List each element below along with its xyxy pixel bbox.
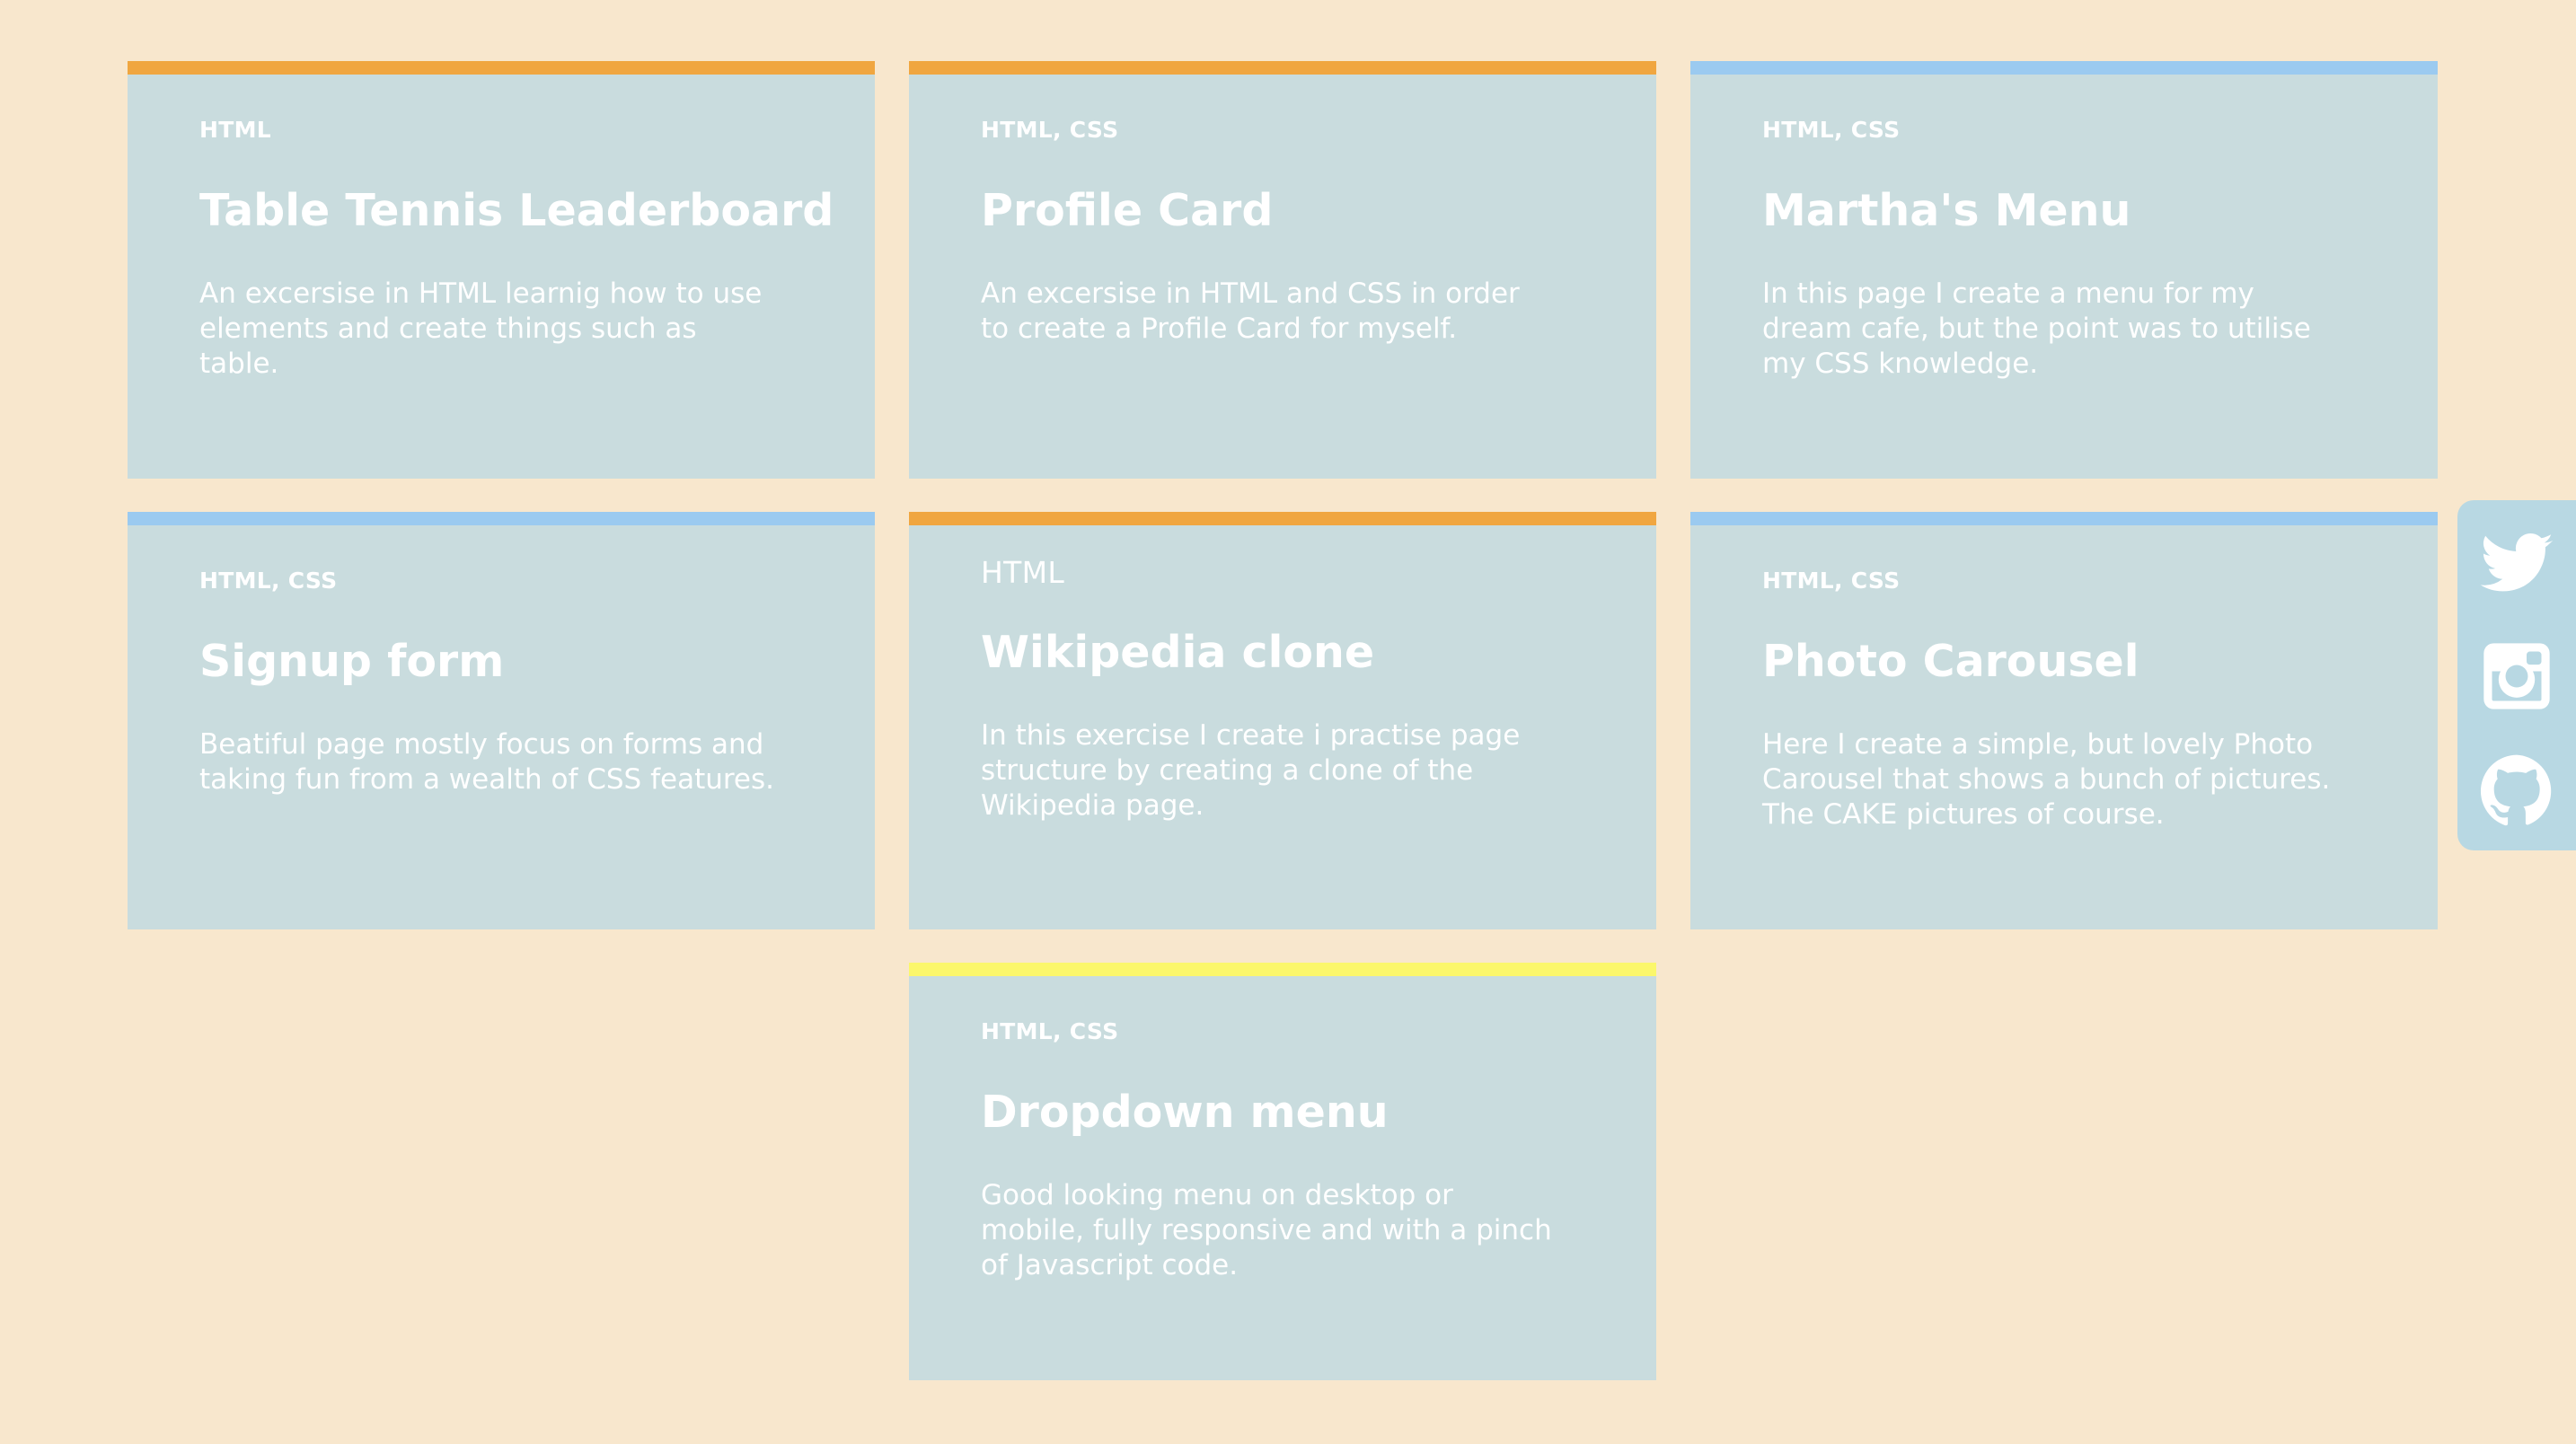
card-accent-bar xyxy=(1690,512,2438,525)
card-description: An excersise in HTML learnig how to use … xyxy=(199,277,763,380)
project-card-marthas-menu[interactable]: HTML, CSS Martha's Menu In this page I c… xyxy=(1690,61,2438,479)
card-tags: HTML, CSS xyxy=(1762,117,1901,143)
card-tags: HTML xyxy=(981,555,1065,590)
card-title[interactable]: Martha's Menu xyxy=(1762,185,2130,236)
project-card-dropdown-menu[interactable]: HTML, CSS Dropdown menu Good looking men… xyxy=(909,963,1656,1380)
card-tags: HTML, CSS xyxy=(981,1018,1119,1044)
project-card-wikipedia-clone[interactable]: HTML Wikipedia clone In this exercise I … xyxy=(909,512,1656,929)
card-accent-bar xyxy=(1690,61,2438,75)
project-card-photo-carousel[interactable]: HTML, CSS Photo Carousel Here I create a… xyxy=(1690,512,2438,929)
card-tags: HTML, CSS xyxy=(981,117,1119,143)
card-description: An excersise in HTML and CSS in order to… xyxy=(981,277,1520,345)
card-description: Beatiful page mostly focus on forms and … xyxy=(199,728,775,796)
card-accent-bar xyxy=(128,61,875,75)
card-title[interactable]: Table Tennis Leaderboard xyxy=(199,185,834,236)
card-title[interactable]: Photo Carousel xyxy=(1762,636,2139,687)
card-tags: HTML, CSS xyxy=(1762,568,1901,594)
card-description: Here I create a simple, but lovely Photo… xyxy=(1762,728,2331,831)
social-links-bar xyxy=(2457,500,2576,850)
card-title[interactable]: Signup form xyxy=(199,636,504,687)
project-card-signup-form[interactable]: HTML, CSS Signup form Beatiful page most… xyxy=(128,512,875,929)
project-card-table-tennis-leaderboard[interactable]: HTML Table Tennis Leaderboard An excersi… xyxy=(128,61,875,479)
card-description: In this page I create a menu for my drea… xyxy=(1762,277,2311,380)
card-description: Good looking menu on desktop or mobile, … xyxy=(981,1179,1552,1281)
card-tags: HTML xyxy=(199,117,271,143)
card-tags: HTML, CSS xyxy=(199,568,338,594)
card-title[interactable]: Profile Card xyxy=(981,185,1273,236)
card-accent-bar xyxy=(909,512,1656,525)
instagram-icon[interactable] xyxy=(2477,637,2556,716)
card-title[interactable]: Dropdown menu xyxy=(981,1087,1389,1138)
card-title[interactable]: Wikipedia clone xyxy=(981,627,1374,678)
card-accent-bar xyxy=(909,963,1656,976)
card-accent-bar xyxy=(128,512,875,525)
card-accent-bar xyxy=(909,61,1656,75)
github-icon[interactable] xyxy=(2477,752,2556,831)
card-description: In this exercise I create i practise pag… xyxy=(981,719,1521,822)
project-card-profile-card[interactable]: HTML, CSS Profile Card An excersise in H… xyxy=(909,61,1656,479)
twitter-icon[interactable] xyxy=(2477,525,2556,604)
